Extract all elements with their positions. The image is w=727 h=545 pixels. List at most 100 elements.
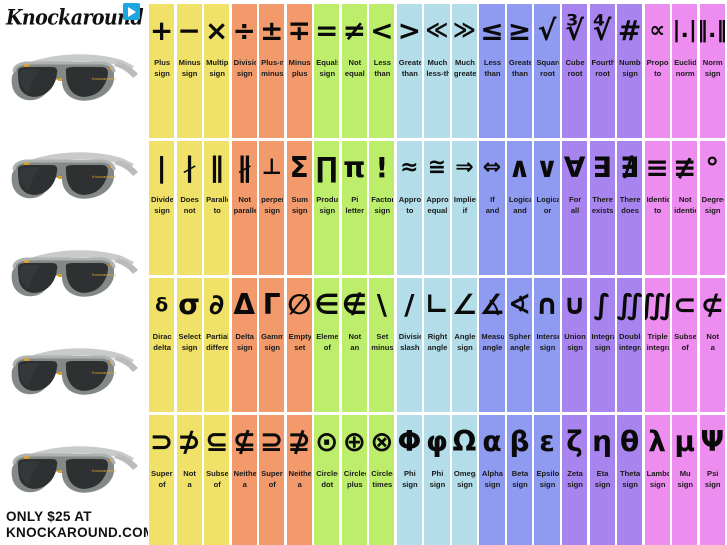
symbol-cell[interactable]: α Alpha sign (478, 415, 506, 545)
symbol-cell[interactable]: ≢ Notidentical (671, 141, 699, 275)
symbol-cell[interactable]: ∭Tripleintegral (643, 278, 671, 412)
symbol-cell[interactable]: ≈ Approximatelyto (395, 141, 423, 275)
symbol-cell[interactable]: ∨ Logicalor (533, 141, 561, 275)
symbol-cell[interactable]: ⊥ perpendicularsign (258, 141, 286, 275)
symbol-glyph: ⊗ (370, 425, 394, 458)
symbol-cell[interactable]: × Multiplicationsign (203, 4, 231, 138)
symbol-cell[interactable]: ⊈ Neithera (230, 415, 258, 545)
symbol-label: Factorialsign (369, 195, 394, 227)
symbol-cell[interactable]: Φ Phi sign (395, 415, 423, 545)
symbol-cell[interactable]: \ Set minus (368, 278, 396, 412)
symbol-cell[interactable]: ⊃ Supersetof (148, 415, 176, 545)
symbol-cell[interactable]: Σ Sum sign (285, 141, 313, 275)
symbol-cell[interactable]: ∡ Measuredangle (478, 278, 506, 412)
symbol-cell[interactable]: δ Dirac delta (148, 278, 176, 412)
symbol-cell[interactable]: |.| Euclideannorm (671, 4, 699, 138)
symbol-cell[interactable]: ∫ Integralsign (588, 278, 616, 412)
symbol-cell[interactable]: φ Phi sign (423, 415, 451, 545)
symbol-glyph: ∀ (563, 151, 586, 184)
symbol-cell[interactable]: = Equalssign (313, 4, 341, 138)
symbol-cell[interactable]: ≪ Muchless-than (423, 4, 451, 138)
symbol-label-line-2: dot (321, 479, 334, 489)
symbol-cell[interactable]: ∃ There exists (588, 141, 616, 275)
symbol-cell[interactable]: ∟ Right angle (423, 278, 451, 412)
symbol-cell[interactable]: ∂ Partialdifferential (203, 278, 231, 412)
symbol-glyph: ε (539, 425, 555, 458)
symbol-cell[interactable]: # Numbersign (616, 4, 644, 138)
symbol-cell[interactable]: < Less than (368, 4, 396, 138)
symbol-cell[interactable]: ⊄ Not a (698, 278, 726, 412)
symbol-cell[interactable]: ∏ Productsign (313, 141, 341, 275)
symbol-cell[interactable]: √ Squareroot (533, 4, 561, 138)
symbol-cell[interactable]: ∈ Elementof (313, 278, 341, 412)
symbol-cell[interactable]: ⊗ Circledtimes (368, 415, 396, 545)
symbol-cell[interactable]: ± Plus-minusminus (258, 4, 286, 138)
symbol-cell[interactable]: ⊆ Subsetof (203, 415, 231, 545)
symbol-cell[interactable]: ∬ Doubleintegral (616, 278, 644, 412)
symbol-cell[interactable]: μ Mu sign (671, 415, 699, 545)
symbol-cell[interactable]: ⇒ Impliesif (450, 141, 479, 275)
symbol-cell[interactable]: ⊕ Circledplus (340, 415, 368, 545)
symbol-cell[interactable]: + Plus sign (148, 4, 176, 138)
symbol-cell[interactable]: ⊙ Circleddot (313, 415, 341, 545)
symbol-cell[interactable]: ∜ Fourth root (588, 4, 616, 138)
symbol-cell[interactable]: ∄ There does (616, 141, 644, 275)
symbol-cell[interactable]: ≤ Less than (478, 4, 506, 138)
symbol-label-line-2: slash (400, 342, 420, 352)
symbol-glyph: ∃ (592, 151, 612, 184)
symbol-cell[interactable]: ∝ Proportionalto (643, 4, 671, 138)
symbol-label-line-2: a (297, 479, 302, 489)
symbol-cell[interactable]: ⊅ Not a (175, 415, 203, 545)
symbol-cell[interactable]: ⊂ Subsetof (671, 278, 699, 412)
symbol-cell[interactable]: λ Lambdasign (643, 415, 671, 545)
symbol-cell[interactable]: θ Theta sign (616, 415, 644, 545)
symbol-cell[interactable]: ‖.‖ Normsign (698, 4, 726, 138)
symbol-glyph: ζ (566, 425, 583, 458)
symbol-cell[interactable]: ∅ Empty set (285, 278, 313, 412)
symbol-cell[interactable]: | Dividessign (148, 141, 176, 275)
symbol-cell[interactable]: ∧ Logicaland (505, 141, 534, 275)
symbol-cell[interactable]: β Beta sign (505, 415, 534, 545)
symbol-cell[interactable]: > Greaterthan (395, 4, 423, 138)
symbol-cell[interactable]: ⊉ Neithera (285, 415, 313, 545)
symbol-cell[interactable]: Δ Delta sign (230, 278, 258, 412)
symbol-glyph: β (509, 425, 530, 458)
symbol-cell[interactable]: − Minus sign (175, 4, 203, 138)
symbol-cell[interactable]: ! Factorialsign (368, 141, 396, 275)
symbol-cell[interactable]: ⇔ If and (478, 141, 506, 275)
symbol-cell[interactable]: ≥ Greaterthan (505, 4, 534, 138)
symbol-cell[interactable]: ∩ Intersectionsign (533, 278, 561, 412)
symbol-cell[interactable]: ÷ Divisionsign (230, 4, 258, 138)
symbol-cell[interactable]: η Eta sign (588, 415, 616, 545)
symbol-cell[interactable]: ∛ Cube root (560, 4, 589, 138)
symbol-cell[interactable]: π Pi letter (340, 141, 368, 275)
symbol-cell[interactable]: / Divisionslash (395, 278, 423, 412)
symbol-cell[interactable]: ° Degreesign (698, 141, 726, 275)
symbol-cell[interactable]: ≠ Not equal (340, 4, 368, 138)
symbol-glyph: ∨ (535, 151, 559, 184)
symbol-cell[interactable]: Ω Omegasign (450, 415, 479, 545)
symbol-cell[interactable]: ∓ Minus-plus (285, 4, 313, 138)
symbol-cell[interactable]: ∪ Union sign (560, 278, 589, 412)
symbol-label: Omegasign (452, 469, 477, 501)
symbol-cell[interactable]: σ Selectionsign (175, 278, 203, 412)
symbol-cell[interactable]: ∉ Not an (340, 278, 368, 412)
symbol-cell[interactable]: ∦ Notparallel (230, 141, 258, 275)
symbol-cell[interactable]: Γ Gammasign (258, 278, 286, 412)
symbol-cell[interactable]: ∀ For all (560, 141, 589, 275)
symbol-cell[interactable]: ∠ Angle sign (450, 278, 479, 412)
symbol-cell[interactable]: ε Epsilonsign (533, 415, 561, 545)
symbol-cell[interactable]: ≡ Identicalto (643, 141, 671, 275)
symbol-cell[interactable]: ζ Zeta sign (560, 415, 589, 545)
symbol-label: Tripleintegral (645, 332, 670, 364)
symbol-label-line-2: exists (591, 205, 614, 215)
symbol-cell[interactable]: Ψ Psi sign (698, 415, 726, 545)
symbol-cell[interactable]: ∢ Sphericalangle (505, 278, 534, 412)
symbol-cell[interactable]: ∤ Does not (175, 141, 203, 275)
symbol-cell[interactable]: ∥ Parallelto (203, 141, 231, 275)
symbol-label-line-2: all (570, 205, 580, 215)
symbol-label: Eta sign (590, 469, 615, 501)
symbol-cell[interactable]: ≅ Approximatelyequal (423, 141, 451, 275)
symbol-cell[interactable]: ⊇ Supersetof (258, 415, 286, 545)
symbol-cell[interactable]: ≫ Muchgreater (450, 4, 479, 138)
